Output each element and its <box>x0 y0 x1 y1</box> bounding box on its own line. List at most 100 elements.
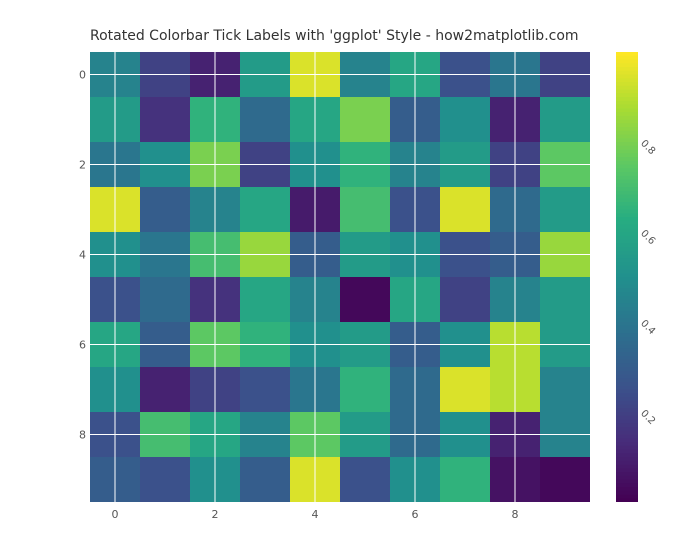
colorbar-segment <box>616 213 638 217</box>
heatmap-cell <box>440 277 490 322</box>
colorbar-segment <box>616 367 638 371</box>
colorbar-segment <box>616 78 638 82</box>
heatmap-cell <box>240 97 290 142</box>
colorbar-segment <box>616 168 638 172</box>
heatmap-cell <box>440 97 490 142</box>
colorbar-segment <box>616 416 638 420</box>
x-tick-label: 8 <box>512 508 519 521</box>
colorbar-segment <box>616 262 638 266</box>
x-tick-label: 4 <box>312 508 319 521</box>
colorbar-segment <box>616 397 638 401</box>
colorbar-segment <box>616 330 638 334</box>
colorbar-segment <box>616 427 638 431</box>
heatmap-cell <box>340 457 390 502</box>
colorbar-segment <box>616 228 638 232</box>
y-axis-ticks: 02468 <box>60 52 86 502</box>
colorbar-segment <box>616 142 638 146</box>
colorbar-segment <box>616 135 638 139</box>
colorbar-segment <box>616 296 638 300</box>
heatmap-cell <box>540 367 590 412</box>
heatmap-cell <box>140 187 190 232</box>
heatmap-cell <box>540 97 590 142</box>
colorbar-segment <box>616 93 638 97</box>
colorbar-segment <box>616 285 638 289</box>
colorbar-segment <box>616 401 638 405</box>
colorbar-segment <box>616 465 638 469</box>
colorbar-segment <box>616 435 638 439</box>
heatmap-cell <box>140 277 190 322</box>
y-tick-label: 6 <box>60 338 86 351</box>
heatmap-cell <box>140 457 190 502</box>
colorbar-segment <box>616 232 638 236</box>
colorbar-segment <box>616 236 638 240</box>
colorbar-segment <box>616 71 638 75</box>
colorbar-segment <box>616 131 638 135</box>
colorbar-segment <box>616 303 638 307</box>
colorbar-segment <box>616 180 638 184</box>
colorbar-segment <box>616 101 638 105</box>
colorbar-segment <box>616 221 638 225</box>
colorbar-segment <box>616 491 638 495</box>
heatmap-cell <box>340 187 390 232</box>
colorbar-ticks: 0.20.40.60.8 <box>642 52 682 502</box>
colorbar-segment <box>616 472 638 476</box>
colorbar-segment <box>616 360 638 364</box>
colorbar-segment <box>616 108 638 112</box>
colorbar-segment <box>616 461 638 465</box>
heatmap-cell <box>440 367 490 412</box>
colorbar-segment <box>616 453 638 457</box>
heatmap-cell <box>440 457 490 502</box>
colorbar-segment <box>616 378 638 382</box>
colorbar-segment <box>616 498 638 502</box>
colorbar-segment <box>616 63 638 67</box>
colorbar-segment <box>616 408 638 412</box>
colorbar-segment <box>616 495 638 499</box>
colorbar-segment <box>616 247 638 251</box>
colorbar-segment <box>616 281 638 285</box>
colorbar-segment <box>616 240 638 244</box>
colorbar-segment <box>616 352 638 356</box>
heatmap-cell <box>340 367 390 412</box>
colorbar-tick-label: 0.2 <box>638 408 657 427</box>
y-tick-label: 4 <box>60 248 86 261</box>
colorbar-segment <box>616 300 638 304</box>
heatmap-cell <box>340 97 390 142</box>
heatmap-cell <box>540 277 590 322</box>
x-tick-label: 0 <box>112 508 119 521</box>
colorbar-tick-label: 0.4 <box>638 318 657 337</box>
y-tick-label: 2 <box>60 158 86 171</box>
colorbar-segment <box>616 206 638 210</box>
heatmap-cell <box>540 457 590 502</box>
colorbar-tick-label: 0.8 <box>638 138 657 157</box>
colorbar-segment <box>616 483 638 487</box>
colorbar-segment <box>616 363 638 367</box>
colorbar-segment <box>616 217 638 221</box>
colorbar-segment <box>616 138 638 142</box>
heatmap-cell <box>340 277 390 322</box>
colorbar-segment <box>616 146 638 150</box>
colorbar-segment <box>616 123 638 127</box>
heatmap-image <box>90 52 590 502</box>
colorbar-segment <box>616 337 638 341</box>
heatmap-axes <box>90 52 590 502</box>
colorbar-segment <box>616 390 638 394</box>
colorbar-segment <box>616 273 638 277</box>
colorbar-segment <box>616 56 638 60</box>
colorbar-tick-label: 0.6 <box>638 228 657 247</box>
colorbar-segment <box>616 90 638 94</box>
colorbar-segment <box>616 116 638 120</box>
colorbar-segment <box>616 112 638 116</box>
colorbar-segment <box>616 420 638 424</box>
colorbar-segment <box>616 60 638 64</box>
colorbar-segment <box>616 161 638 165</box>
colorbar-segment <box>616 348 638 352</box>
colorbar-segment <box>616 307 638 311</box>
colorbar-segment <box>616 405 638 409</box>
colorbar-segment <box>616 225 638 229</box>
colorbar-segment <box>616 191 638 195</box>
heatmap-cell <box>240 187 290 232</box>
colorbar-segment <box>616 187 638 191</box>
colorbar-segment <box>616 82 638 86</box>
colorbar-segment <box>616 266 638 270</box>
colorbar-segment <box>616 487 638 491</box>
